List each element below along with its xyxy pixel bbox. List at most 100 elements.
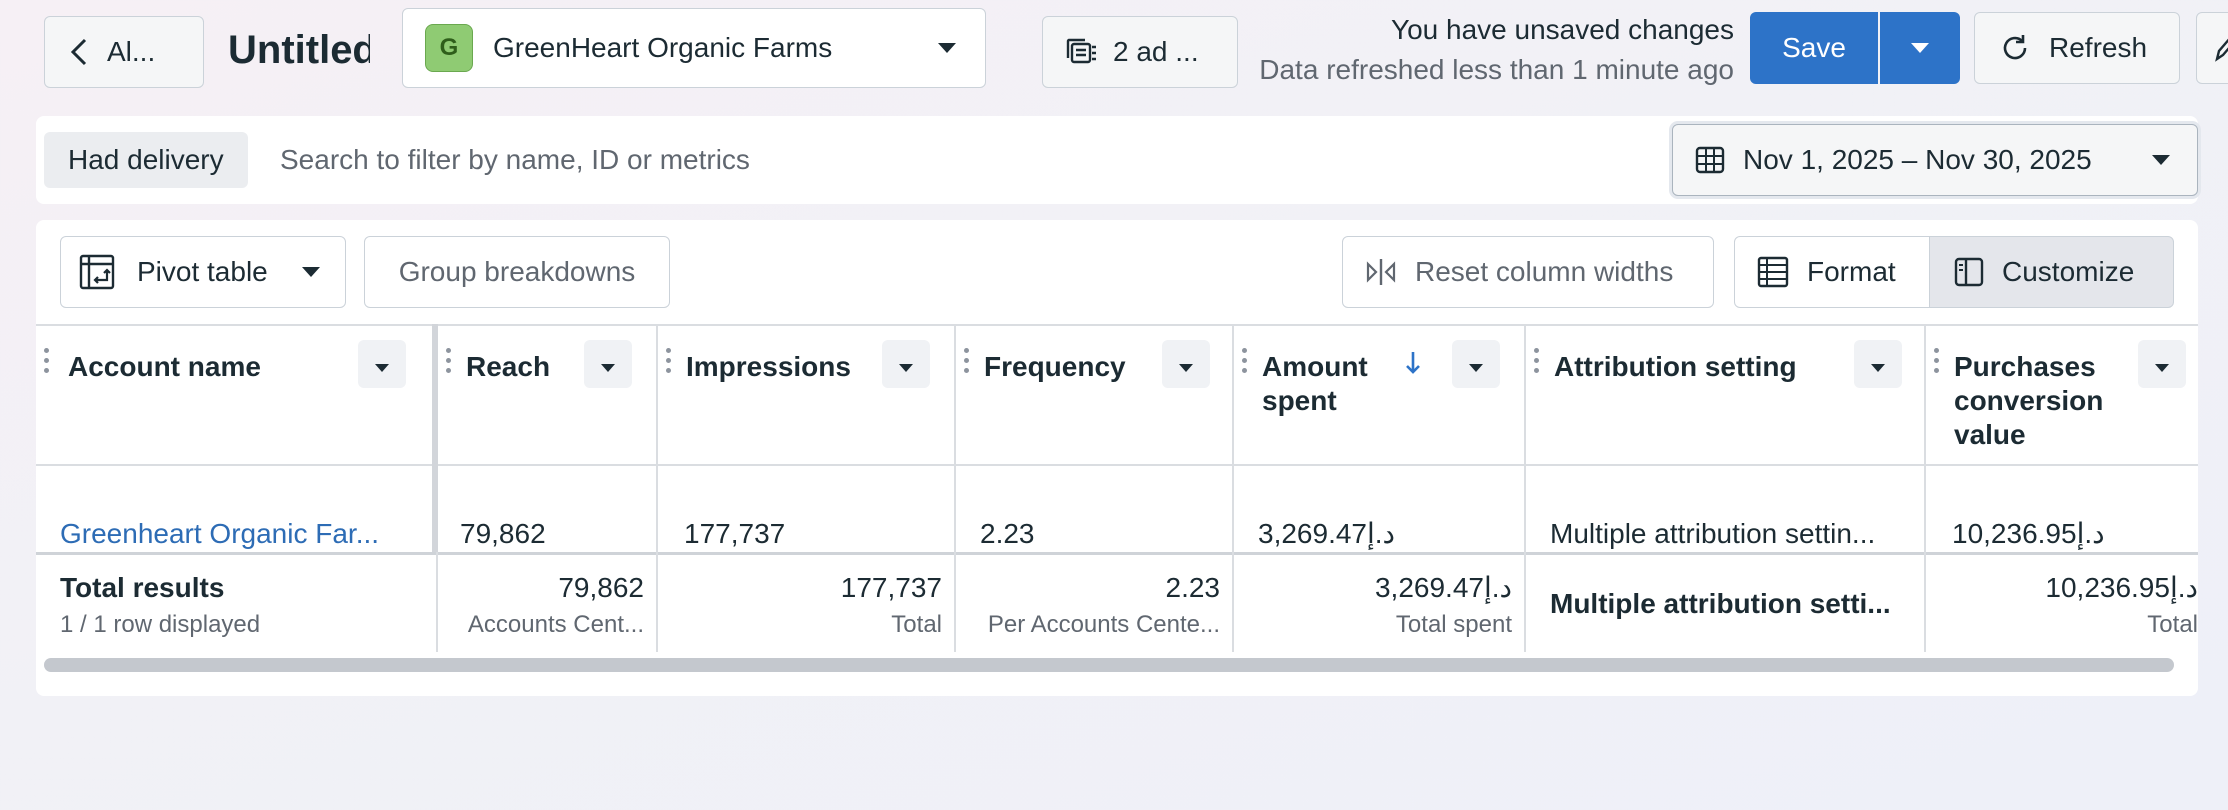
column-header-label: Purchases conversion value [1954, 351, 2104, 450]
account-selector[interactable]: G GreenHeart Organic Farms [402, 8, 986, 88]
group-breakdowns-button[interactable]: Group breakdowns [364, 236, 670, 308]
back-label: Al... [107, 36, 156, 67]
caret-down-icon [1468, 347, 1484, 381]
column-menu-button[interactable] [882, 340, 930, 388]
caret-down-icon [1178, 347, 1194, 381]
customize-button[interactable]: Customize [1929, 236, 2174, 308]
total-results-label: Total results [60, 572, 225, 603]
customize-columns-icon [1954, 257, 1984, 287]
drag-handle-icon[interactable] [666, 348, 672, 384]
column-menu-button[interactable] [358, 340, 406, 388]
total-reach-sub: Accounts Cent... [467, 611, 644, 638]
drag-handle-icon[interactable] [44, 348, 50, 384]
column-header-label: Amount spent [1262, 351, 1368, 416]
caret-down-icon [2154, 347, 2170, 381]
column-header-label: Reach [466, 351, 551, 382]
ads-stack-icon [1065, 37, 1097, 67]
caret-down-icon [1870, 347, 1886, 381]
search-input[interactable] [280, 132, 1180, 188]
account-name: GreenHeart Organic Farms [493, 32, 833, 63]
total-amount-spent-sub: Total spent [1395, 611, 1512, 638]
account-name-link[interactable]: Greenheart Organic Far... [60, 514, 412, 554]
filter-bar: Had delivery Nov 1, 2025 – Nov 30, 2025 [36, 116, 2198, 204]
amount-spent-cell: 3,269.47د.إ [1258, 518, 1396, 549]
purchases-value-cell: 10,236.95د.إ [1952, 518, 2105, 549]
horizontal-scrollbar[interactable] [44, 658, 2174, 672]
column-menu-button[interactable] [2138, 340, 2186, 388]
caret-down-icon [2151, 154, 2171, 166]
calendar-icon [1695, 145, 1725, 175]
pivot-table-button[interactable]: Pivot table [60, 236, 346, 308]
column-header-label: Attribution setting [1554, 351, 1797, 382]
sort-descending-icon[interactable] [1404, 350, 1422, 384]
column-header-reach[interactable]: Reach [438, 324, 656, 464]
customize-label: Customize [2002, 256, 2135, 287]
total-amount-spent: 3,269.47د.إ [1374, 572, 1512, 603]
back-button[interactable]: Al... [44, 16, 204, 88]
drag-handle-icon[interactable] [1242, 348, 1248, 384]
data-table: Account name Reach Impressions Frequency [36, 324, 2198, 656]
account-avatar: G [425, 24, 473, 72]
total-frequency-sub: Per Accounts Cente... [987, 611, 1220, 638]
reset-column-widths-button[interactable]: Reset column widths [1342, 236, 1714, 308]
column-menu-button[interactable] [1162, 340, 1210, 388]
caret-down-icon [937, 42, 957, 54]
drag-handle-icon[interactable] [1934, 348, 1940, 384]
more-actions-button[interactable] [2196, 12, 2228, 84]
total-attribution-setting: Multiple attribution setti... [1550, 588, 1891, 619]
column-menu-button[interactable] [1854, 340, 1902, 388]
refresh-label: Refresh [2049, 32, 2148, 63]
frequency-cell: 2.23 [980, 518, 1035, 549]
format-label: Format [1807, 256, 1896, 287]
column-header-attribution-setting[interactable]: Attribution setting [1526, 324, 1924, 464]
total-impressions-sub: Total [891, 611, 942, 638]
caret-down-icon [301, 266, 321, 278]
reach-cell: 79,862 [460, 518, 546, 549]
column-header-impressions[interactable]: Impressions [658, 324, 954, 464]
ads-label: 2 ad ... [1113, 36, 1199, 67]
rows-displayed-text: 1 / 1 row displayed [60, 611, 261, 638]
caret-down-icon [600, 347, 616, 381]
column-resize-icon [1365, 257, 1397, 287]
refresh-icon [1999, 32, 2031, 64]
column-header-purchases-conversion-value[interactable]: Purchases conversion value [1926, 324, 2198, 464]
total-purchases-value-sub: Total [2147, 611, 2198, 638]
pivot-table-icon [79, 254, 115, 290]
total-impressions: 177,737 [840, 572, 942, 603]
pivot-table-label: Pivot table [137, 256, 268, 287]
total-reach: 79,862 [558, 572, 644, 603]
total-frequency: 2.23 [1165, 572, 1221, 603]
column-header-label: Impressions [686, 351, 851, 382]
unsaved-changes-text: You have unsaved changes [1390, 14, 1734, 45]
date-range-picker[interactable]: Nov 1, 2025 – Nov 30, 2025 [1672, 124, 2198, 196]
refresh-button[interactable]: Refresh [1974, 12, 2180, 84]
ads-selector-button[interactable]: 2 ad ... [1042, 16, 1238, 88]
column-menu-button[interactable] [1452, 340, 1500, 388]
report-title[interactable]: Untitled [228, 22, 370, 78]
impressions-cell: 177,737 [684, 518, 786, 549]
had-delivery-filter-chip[interactable]: Had delivery [44, 132, 248, 188]
chevron-left-icon [69, 37, 89, 67]
column-header-label: Frequency [984, 351, 1126, 382]
report-panel: Pivot table Group breakdowns Reset colum… [36, 220, 2198, 696]
date-range-label: Nov 1, 2025 – Nov 30, 2025 [1743, 144, 2092, 175]
data-refreshed-text: Data refreshed less than 1 minute ago [1259, 54, 1734, 85]
format-button[interactable]: Format [1734, 236, 1930, 308]
drag-handle-icon[interactable] [446, 348, 452, 384]
save-button[interactable]: Save [1750, 12, 1878, 84]
column-header-label: Account name [68, 351, 261, 382]
attribution-setting-cell: Multiple attribution settin... [1550, 518, 1876, 549]
caret-down-icon [898, 347, 914, 381]
column-header-frequency[interactable]: Frequency [956, 324, 1232, 464]
drag-handle-icon[interactable] [1534, 348, 1540, 384]
column-menu-button[interactable] [584, 340, 632, 388]
total-purchases-value: 10,236.95د.إ [2045, 572, 2198, 603]
drag-handle-icon[interactable] [964, 348, 970, 384]
column-header-account-name[interactable]: Account name [36, 324, 432, 464]
reset-column-widths-label: Reset column widths [1415, 256, 1674, 287]
caret-down-icon [374, 347, 390, 381]
format-table-icon [1757, 256, 1789, 288]
column-header-amount-spent[interactable]: Amount spent [1234, 324, 1524, 464]
save-options-button[interactable] [1880, 12, 1960, 84]
caret-down-icon [1910, 42, 1930, 54]
